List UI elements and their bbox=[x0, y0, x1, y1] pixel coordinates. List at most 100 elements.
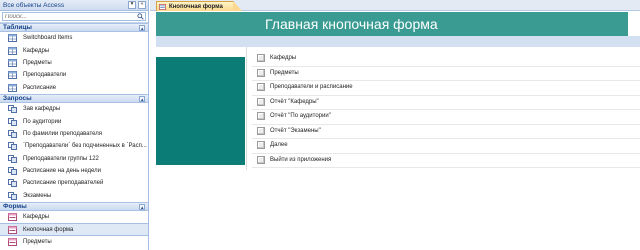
nav-search-row bbox=[0, 11, 148, 23]
collapse-icon[interactable]: ▲ bbox=[139, 25, 145, 31]
nav-item[interactable]: Кнопочная форма bbox=[0, 223, 148, 236]
form-icon bbox=[8, 225, 17, 234]
side-decoration-block bbox=[156, 57, 245, 165]
nav-item[interactable]: Преподаватели группы 122 bbox=[0, 153, 148, 165]
tab-label: Кнопочная форма bbox=[169, 3, 223, 10]
switchboard-button-label[interactable]: Выйти из приложения bbox=[270, 157, 331, 163]
nav-group-label: Таблицы bbox=[3, 24, 32, 31]
switchboard-button[interactable] bbox=[257, 126, 265, 135]
nav-item-label: Расписание преподавателей bbox=[23, 180, 104, 187]
table-icon bbox=[8, 71, 17, 80]
nav-item[interactable]: По аудитории bbox=[0, 115, 148, 127]
switchboard-button[interactable] bbox=[257, 141, 265, 149]
nav-group-label: Запросы bbox=[3, 94, 32, 102]
form-icon bbox=[8, 213, 17, 222]
switchboard-row: Предметы bbox=[252, 67, 640, 81]
nav-item-label: Предметы bbox=[23, 59, 52, 66]
switchboard-button-label[interactable]: Преподаватели и расписание bbox=[270, 84, 353, 90]
switchboard-row: Отчёт "Кафедры" bbox=[252, 96, 640, 110]
nav-item-label: Расписание на день недели bbox=[23, 168, 102, 175]
form-icon bbox=[159, 3, 166, 10]
header-band bbox=[156, 36, 640, 47]
search-icon[interactable] bbox=[137, 13, 144, 20]
nav-item[interactable]: `Преподаватели` без подчиненных в `Расп.… bbox=[0, 140, 148, 152]
nav-group-label: Формы bbox=[3, 203, 27, 211]
switchboard-button-label[interactable]: Кафедры bbox=[270, 55, 296, 61]
document-tab-strip: Кнопочная форма bbox=[150, 0, 640, 11]
switchboard-row: Далее bbox=[252, 139, 640, 154]
form-title-banner: Главная кнопочная форма bbox=[156, 12, 628, 36]
nav-item[interactable]: Кафедры bbox=[0, 211, 148, 223]
nav-group-header[interactable]: Формы ▲ bbox=[0, 202, 148, 212]
nav-item[interactable]: Преподаватели bbox=[0, 69, 148, 81]
query-icon bbox=[8, 142, 17, 151]
nav-groups: Таблицы ▲ Switchboard Items Кафедры Предметы… bbox=[0, 23, 148, 248]
switchboard-button-label[interactable]: Отчёт "Экзамены" bbox=[270, 128, 321, 134]
nav-item-label: Предметы bbox=[23, 239, 52, 246]
nav-item-label: По аудитории bbox=[23, 118, 62, 125]
collapse-icon[interactable]: ▲ bbox=[139, 95, 145, 102]
nav-item[interactable]: Расписание на день недели bbox=[0, 165, 148, 177]
nav-item-label: `Преподаватели` без подчиненных в `Расп.… bbox=[23, 143, 147, 150]
switchboard-buttons: Кафедры Предметы Преподаватели и расписани… bbox=[252, 52, 640, 168]
nav-item[interactable]: Предметы bbox=[0, 57, 148, 69]
nav-pane-header[interactable]: Все объекты Access ▾ « bbox=[0, 0, 148, 11]
tab-edge bbox=[233, 1, 242, 11]
nav-item[interactable]: Switchboard Items bbox=[0, 32, 148, 44]
switchboard-button-label[interactable]: Далее bbox=[270, 142, 288, 148]
navigation-pane: Все объекты Access ▾ « Таблицы ▲ Switchboa… bbox=[0, 0, 149, 250]
form-icon bbox=[8, 238, 17, 247]
form-title: Главная кнопочная форма bbox=[265, 16, 438, 32]
query-icon bbox=[8, 191, 17, 200]
table-icon bbox=[8, 46, 17, 55]
switchboard-row: Кафедры bbox=[252, 52, 640, 67]
switchboard-row: Отчёт "По аудитории" bbox=[252, 110, 640, 125]
switchboard-row: Выйти из приложения bbox=[252, 154, 640, 168]
nav-item-label: Switchboard Items bbox=[23, 35, 73, 42]
switchboard-button[interactable] bbox=[257, 97, 265, 106]
nav-item-label: Кафедры bbox=[23, 214, 50, 221]
query-icon bbox=[8, 179, 17, 188]
table-icon bbox=[8, 34, 17, 43]
nav-item[interactable]: Зав кафедры bbox=[0, 103, 148, 115]
switchboard-button[interactable] bbox=[257, 83, 265, 91]
switchboard-button[interactable] bbox=[257, 68, 265, 77]
query-icon bbox=[8, 154, 17, 163]
query-icon bbox=[8, 167, 17, 176]
collapse-icon[interactable]: ▲ bbox=[139, 204, 145, 211]
nav-item[interactable]: Расписание преподавателей bbox=[0, 177, 148, 189]
switchboard-button[interactable] bbox=[257, 155, 265, 164]
switchboard-row: Преподаватели и расписание bbox=[252, 81, 640, 96]
document-area: Кнопочная форма Главная кнопочная форма … bbox=[150, 0, 640, 250]
switchboard-button[interactable] bbox=[257, 54, 265, 62]
nav-item[interactable]: Предметы bbox=[0, 236, 148, 248]
nav-item-label: По фамилии преподавателя bbox=[23, 130, 103, 137]
query-icon bbox=[8, 117, 17, 126]
nav-item[interactable]: Расписание bbox=[0, 82, 148, 94]
switchboard-button-label[interactable]: Отчёт "По аудитории" bbox=[270, 113, 331, 119]
table-icon bbox=[8, 58, 17, 67]
nav-pane-title: Все объекты Access bbox=[3, 1, 65, 9]
divider bbox=[246, 47, 247, 170]
nav-item-label: Кнопочная форма bbox=[23, 226, 74, 233]
nav-item-label: Преподаватели bbox=[23, 72, 67, 79]
switchboard-button-label[interactable]: Отчёт "Кафедры" bbox=[270, 99, 319, 105]
nav-item[interactable]: Экзамены bbox=[0, 190, 148, 202]
switchboard-button-label[interactable]: Предметы bbox=[270, 70, 299, 76]
nav-item-label: Преподаватели группы 122 bbox=[23, 155, 99, 162]
nav-item[interactable]: По фамилии преподавателя bbox=[0, 128, 148, 140]
table-icon bbox=[8, 83, 17, 92]
tab-switchboard-form[interactable]: Кнопочная форма bbox=[156, 1, 242, 11]
nav-group-header[interactable]: Таблицы ▲ bbox=[0, 23, 148, 32]
nav-item[interactable]: Кафедры bbox=[0, 44, 148, 56]
query-icon bbox=[8, 105, 17, 114]
nav-item-label: Зав кафедры bbox=[23, 106, 61, 113]
search-input[interactable] bbox=[2, 12, 146, 21]
nav-item-label: Экзамены bbox=[23, 192, 52, 199]
nav-item-label: Расписание bbox=[23, 84, 57, 91]
switchboard-button[interactable] bbox=[257, 112, 265, 120]
chevron-down-icon[interactable]: ▾ bbox=[128, 1, 136, 9]
shutter-bar-close-icon[interactable]: « bbox=[138, 1, 146, 9]
nav-group-header[interactable]: Запросы ▲ bbox=[0, 93, 148, 103]
switchboard-row: Отчёт "Экзамены" bbox=[252, 125, 640, 139]
